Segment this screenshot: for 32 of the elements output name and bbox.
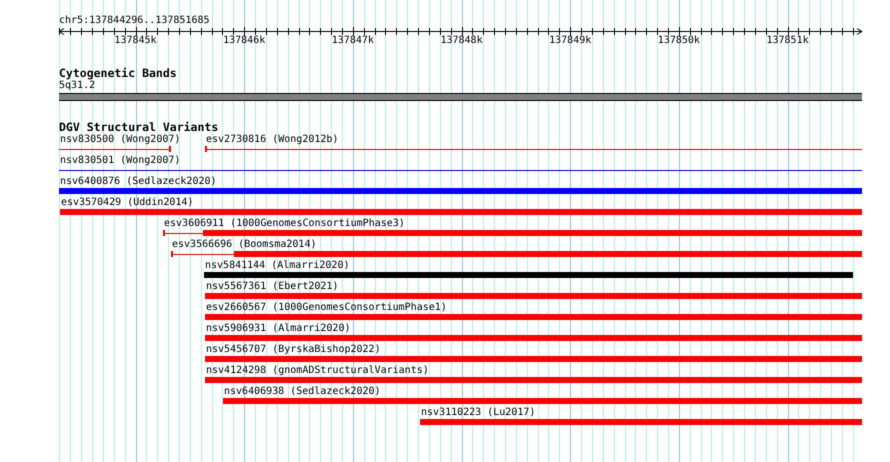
cytoband-bar[interactable]: [59, 93, 862, 101]
variant-bar[interactable]: [171, 251, 862, 257]
feature-label: esv3570429 (Uddin2014): [61, 197, 194, 209]
feature-label: esv3566696 (Boomsma2014): [172, 239, 316, 251]
feature-label: nsv4124298 (gnomADStructuralVariants): [206, 365, 429, 377]
feature-label: nsv3110223 (Lu2017): [421, 407, 536, 419]
feature-label: esv3606911 (1000GenomesConsortiumPhase3): [164, 218, 405, 230]
tick-label: 137851k: [766, 35, 809, 47]
feature-label: nsv6406938 (Sedlazeck2020): [224, 386, 381, 398]
track-title: Cytogenetic Bands: [59, 67, 177, 79]
tick-label: 137849k: [549, 35, 592, 47]
feature-label: nsv6400876 (Sedlazeck2020): [60, 176, 217, 188]
tick-label: 137846k: [223, 35, 266, 47]
feature-label: esv2660567 (1000GenomesConsortiumPhase1): [206, 302, 447, 314]
variant-bar[interactable]: [205, 146, 862, 152]
tick-label: 137850k: [658, 35, 700, 47]
feature-label: nsv5567361 (Ebert2021): [206, 281, 338, 293]
track-title: DGV Structural Variants: [59, 121, 218, 133]
variant-bar[interactable]: [59, 146, 171, 152]
location-label: chr5:137844296..137851685: [59, 15, 210, 27]
feature-label: nsv5841144 (Almarri2020): [205, 260, 350, 272]
feature-label: nsv5906931 (Almarri2020): [206, 323, 350, 335]
feature-label: nsv830500 (Wong2007): [60, 134, 180, 146]
feature-label: nsv830501 (Wong2007): [60, 155, 180, 167]
tick-label: 137847k: [332, 35, 374, 47]
tick-label: 137845k: [114, 35, 157, 47]
tick-label: 137848k: [440, 35, 483, 47]
variant-bar[interactable]: [163, 230, 862, 236]
feature-label: esv2730816 (Wong2012b): [206, 134, 338, 146]
feature-label: nsv5456707 (ByrskaBishop2022): [206, 344, 381, 356]
variant-bar[interactable]: [59, 167, 862, 173]
band-label: 5q31.2: [59, 80, 96, 92]
